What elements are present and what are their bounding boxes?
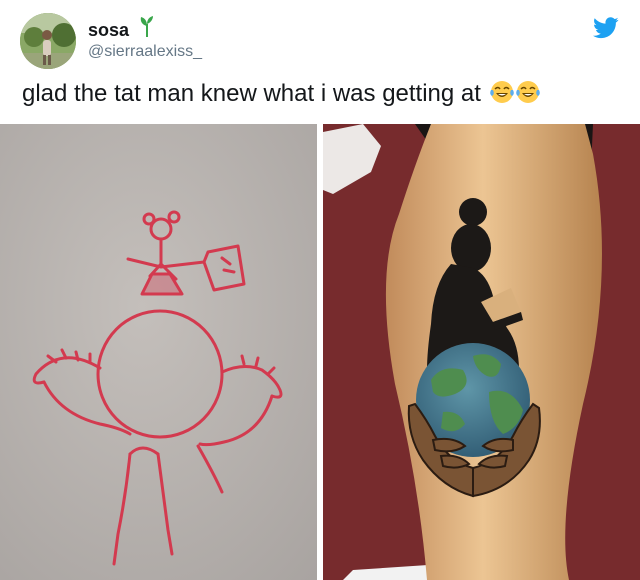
sprout-icon <box>140 15 154 42</box>
tears-of-joy-emoji-icon <box>515 80 540 111</box>
twitter-bird-icon[interactable] <box>593 17 619 44</box>
user-handle[interactable]: @sierraalexiss_ <box>88 43 202 61</box>
avatar[interactable] <box>20 13 76 69</box>
tweet-header: sosa @sierraalexiss_ glad the tat man kn… <box>0 0 640 120</box>
display-name[interactable]: sosa <box>88 20 129 41</box>
tweet-body: glad the tat man knew what i was getting… <box>22 80 481 107</box>
child-drawing-photo[interactable] <box>0 124 317 580</box>
tweet-text: glad the tat man knew what i was getting… <box>22 80 540 111</box>
tattoo-photo[interactable] <box>323 124 640 580</box>
tears-of-joy-emoji-icon <box>489 80 514 111</box>
